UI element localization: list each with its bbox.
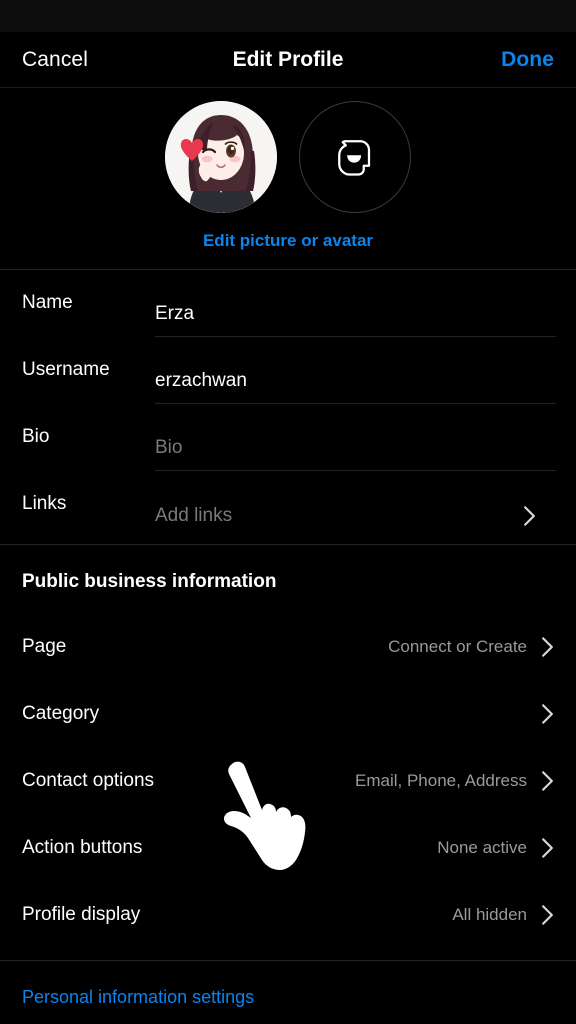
- public-business-information-section: Public business information Page Connect…: [0, 545, 576, 960]
- avatar-row: [0, 101, 576, 213]
- list-item-profile-display[interactable]: Profile display All hidden: [0, 881, 576, 948]
- contact-options-label: Contact options: [22, 769, 155, 791]
- cancel-button[interactable]: Cancel: [22, 48, 88, 72]
- action-buttons-label: Action buttons: [22, 836, 143, 858]
- name-value[interactable]: Erza: [155, 303, 536, 325]
- status-bar: [0, 0, 576, 32]
- name-label: Name: [22, 292, 73, 313]
- links-value[interactable]: Add links: [155, 505, 523, 527]
- page-label: Page: [22, 635, 67, 657]
- list-item-contact-options[interactable]: Contact options Email, Phone, Address: [0, 747, 576, 814]
- bio-label: Bio: [22, 426, 50, 447]
- navigation-bar: Cancel Edit Profile Done: [0, 32, 576, 88]
- chevron-right-icon: [541, 837, 554, 859]
- business-section-title: Public business information: [22, 571, 277, 592]
- category-label: Category: [22, 702, 100, 724]
- profile-display-value: All hidden: [452, 904, 527, 924]
- form-row-username: Username erzachwan: [0, 337, 576, 404]
- edit-picture-or-avatar-link[interactable]: Edit picture or avatar: [0, 231, 576, 251]
- links-field[interactable]: Add links: [155, 471, 556, 538]
- profile-picture[interactable]: [165, 101, 277, 213]
- chevron-right-icon: [523, 505, 536, 527]
- list-item-category[interactable]: Category: [0, 680, 576, 747]
- profile-form: Name Erza Username erzachwan Bio Bio Lin…: [0, 270, 576, 544]
- done-button[interactable]: Done: [501, 48, 554, 72]
- personal-information-settings-link[interactable]: Personal information settings: [0, 961, 576, 1008]
- username-value[interactable]: erzachwan: [155, 370, 536, 392]
- profile-display-label: Profile display: [22, 903, 141, 925]
- chevron-right-icon: [541, 904, 554, 926]
- chevron-right-icon: [541, 703, 554, 725]
- list-item-action-buttons[interactable]: Action buttons None active: [0, 814, 576, 881]
- list-item-page[interactable]: Page Connect or Create: [0, 613, 576, 680]
- edit-profile-screen: Cancel Edit Profile Done Edit picture or…: [0, 0, 576, 1024]
- form-row-bio: Bio Bio: [0, 404, 576, 471]
- contact-options-value: Email, Phone, Address: [355, 770, 527, 790]
- avatar-button[interactable]: [299, 101, 411, 213]
- chevron-right-icon: [541, 636, 554, 658]
- page-value: Connect or Create: [388, 636, 527, 656]
- avatar-block: Edit picture or avatar: [0, 88, 576, 269]
- form-row-links[interactable]: Links Add links: [0, 471, 576, 538]
- username-label: Username: [22, 359, 110, 380]
- chevron-right-icon: [541, 770, 554, 792]
- bio-value[interactable]: Bio: [155, 437, 536, 459]
- name-field[interactable]: Erza: [155, 270, 556, 337]
- action-buttons-value: None active: [437, 837, 527, 857]
- username-field[interactable]: erzachwan: [155, 337, 556, 404]
- instagram-avatar-icon: [338, 140, 371, 176]
- form-row-name: Name Erza: [0, 270, 576, 337]
- links-label: Links: [22, 493, 67, 514]
- bio-field[interactable]: Bio: [155, 404, 556, 471]
